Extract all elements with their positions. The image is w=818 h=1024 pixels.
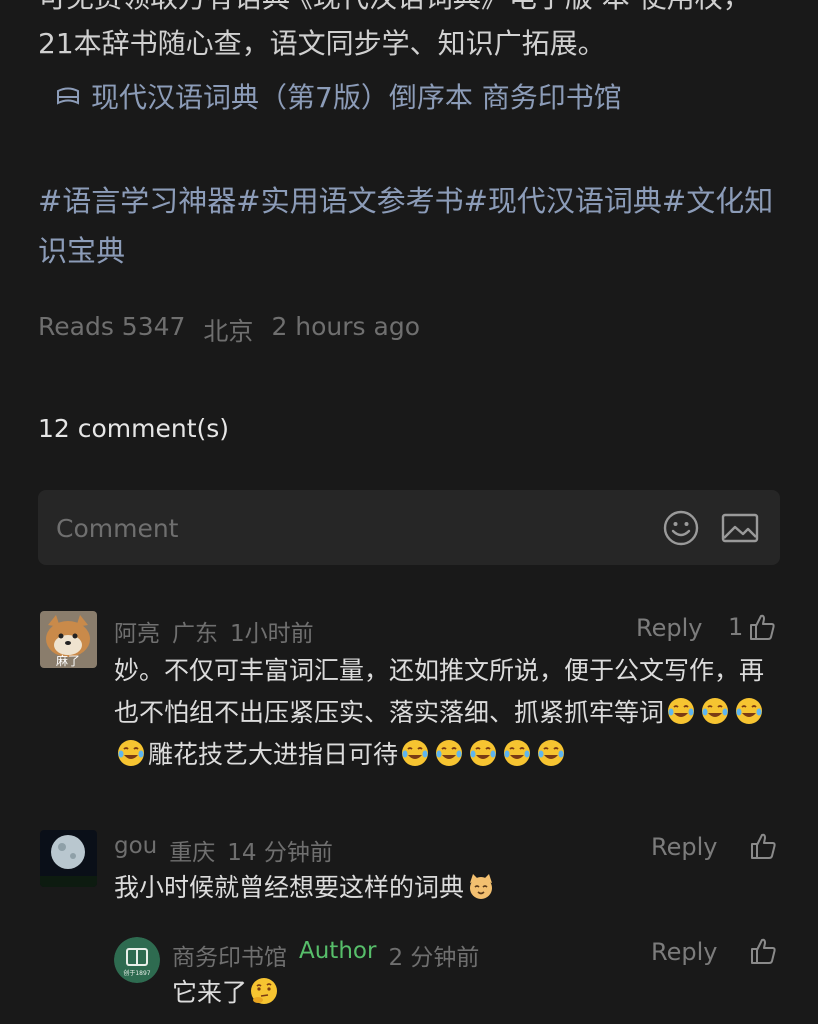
thumbs-up-icon (751, 938, 776, 964)
smiley-icon[interactable] (662, 509, 700, 547)
comment-username[interactable]: gou (114, 833, 157, 867)
svg-text:创于1897: 创于1897 (123, 969, 150, 977)
like-button[interactable]: 1 (728, 612, 777, 642)
avatar-commercial-press[interactable]: 创于1897 (114, 937, 160, 983)
reply-button[interactable]: Reply (651, 938, 717, 966)
author-badge: Author (299, 938, 377, 964)
post-meta: Reads 5347 北京 2 hours ago (38, 312, 420, 348)
laughing-emoji-row (398, 740, 568, 769)
thumbs-up-icon (750, 614, 775, 640)
book-icon (57, 87, 79, 105)
comment-text-part: 雕花技艺大进指日可待 (148, 740, 399, 769)
comment-username[interactable]: 阿亮 (114, 614, 160, 648)
reply-header: 商务印书馆 Author 2 分钟前 (172, 938, 479, 972)
press-logo-icon: 创于1897 (114, 937, 160, 983)
comment-text: 妙。不仅可丰富词汇量，还如推文所说，便于公文写作，再也不怕组不出压紧压实、落实落… (114, 650, 774, 776)
reply-username[interactable]: 商务印书馆 (172, 938, 287, 972)
post-text-line: 21本辞书随心查，语文同步学、知识广拓展。 (38, 27, 606, 60)
cat-face-emoji (470, 874, 493, 899)
comment-text-part: 我小时候就曾经想要这样的词典 (114, 873, 465, 902)
hashtags[interactable]: #语言学习神器#实用语文参考书#现代汉语词典#文化知识宝典 (38, 176, 778, 276)
avatar-aliang[interactable]: 麻了 (40, 611, 97, 668)
like-button[interactable] (748, 936, 778, 966)
comment-location: 广东 (172, 621, 218, 647)
reply-text: 它来了 (172, 972, 281, 1014)
tears-of-joy-emoji (118, 740, 144, 766)
reads-count: Reads 5347 (38, 312, 186, 341)
book-link[interactable]: 现代汉语词典（第7版）倒序本 商务印书馆 (55, 76, 622, 116)
tears-of-joy-emoji (736, 698, 763, 724)
tears-of-joy-emoji (538, 740, 565, 766)
tears-of-joy-emoji (402, 740, 429, 766)
image-icon[interactable] (721, 509, 759, 547)
comments-count: 12 comment(s) (38, 414, 230, 443)
comment-text: 我小时候就曾经想要这样的词典 (114, 867, 498, 909)
reply-button[interactable]: Reply (636, 614, 702, 642)
comment-time: 14 分钟前 (227, 840, 333, 866)
comment-time: 1小时前 (230, 621, 314, 647)
reply-text-part: 它来了 (172, 978, 248, 1007)
tears-of-joy-emoji (470, 740, 497, 766)
dog-avatar-image: 麻了 (40, 611, 97, 668)
post-time: 2 hours ago (271, 312, 421, 341)
comment-box[interactable] (38, 490, 780, 565)
moon-avatar-image (40, 830, 97, 887)
reply-button[interactable]: Reply (651, 833, 717, 861)
post-text-partial: 可免费领取万有语典·《现代汉语词典》电子版 本 使用权， (38, 0, 751, 18)
book-link-label[interactable]: 现代汉语词典（第7版）倒序本 商务印书馆 (91, 76, 622, 116)
comment-input[interactable] (54, 508, 618, 548)
like-count: 1 (728, 613, 744, 641)
like-button[interactable] (748, 831, 778, 861)
avatar-gou[interactable] (40, 830, 97, 887)
tears-of-joy-emoji (504, 740, 531, 766)
svg-text:麻了: 麻了 (56, 653, 80, 668)
comment-header: gou 重庆 14 分钟前 (114, 833, 333, 867)
thumbs-up-icon (751, 833, 776, 859)
thinking-face-emoji (251, 978, 278, 1004)
comment-header: 阿亮 广东 1小时前 (114, 614, 314, 648)
tears-of-joy-emoji (668, 698, 695, 724)
post-location: 北京 (203, 317, 254, 346)
tears-of-joy-emoji (702, 698, 729, 724)
tears-of-joy-emoji (436, 740, 463, 766)
reply-time: 2 分钟前 (388, 945, 480, 971)
comment-location: 重庆 (169, 840, 216, 866)
